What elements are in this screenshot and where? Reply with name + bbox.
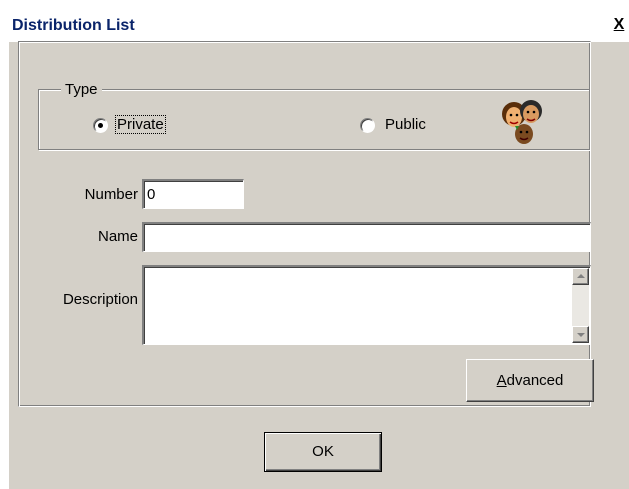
number-label: Number bbox=[84, 186, 138, 203]
type-group-legend: Type bbox=[61, 81, 102, 98]
public-radio[interactable] bbox=[360, 118, 375, 133]
focus-rect: Private bbox=[115, 115, 166, 134]
private-radio-label[interactable]: Private bbox=[115, 115, 166, 134]
public-radio-label[interactable]: Public bbox=[385, 116, 426, 133]
close-button[interactable]: X bbox=[611, 16, 627, 34]
description-textarea[interactable] bbox=[142, 265, 591, 345]
arrow-down-icon bbox=[577, 333, 585, 337]
name-label: Name bbox=[97, 228, 138, 245]
scroll-down-button[interactable] bbox=[572, 326, 589, 343]
description-label: Description bbox=[62, 291, 138, 308]
private-radio[interactable] bbox=[93, 118, 108, 133]
name-input[interactable] bbox=[142, 222, 591, 252]
arrow-up-icon bbox=[577, 274, 585, 278]
advanced-button[interactable]: Advanced bbox=[466, 359, 594, 402]
title-bar: Distribution List X bbox=[9, 10, 629, 42]
dialog-title: Distribution List bbox=[12, 17, 135, 34]
ok-button[interactable]: OK bbox=[264, 432, 382, 472]
group-people-icon bbox=[502, 100, 542, 144]
description-scrollbar[interactable] bbox=[572, 268, 589, 343]
advanced-label: dvanced bbox=[506, 372, 564, 389]
scroll-up-button[interactable] bbox=[572, 268, 589, 285]
radio-selected-dot bbox=[98, 123, 103, 128]
number-input[interactable] bbox=[142, 179, 244, 209]
advanced-accelerator: A bbox=[496, 372, 507, 389]
